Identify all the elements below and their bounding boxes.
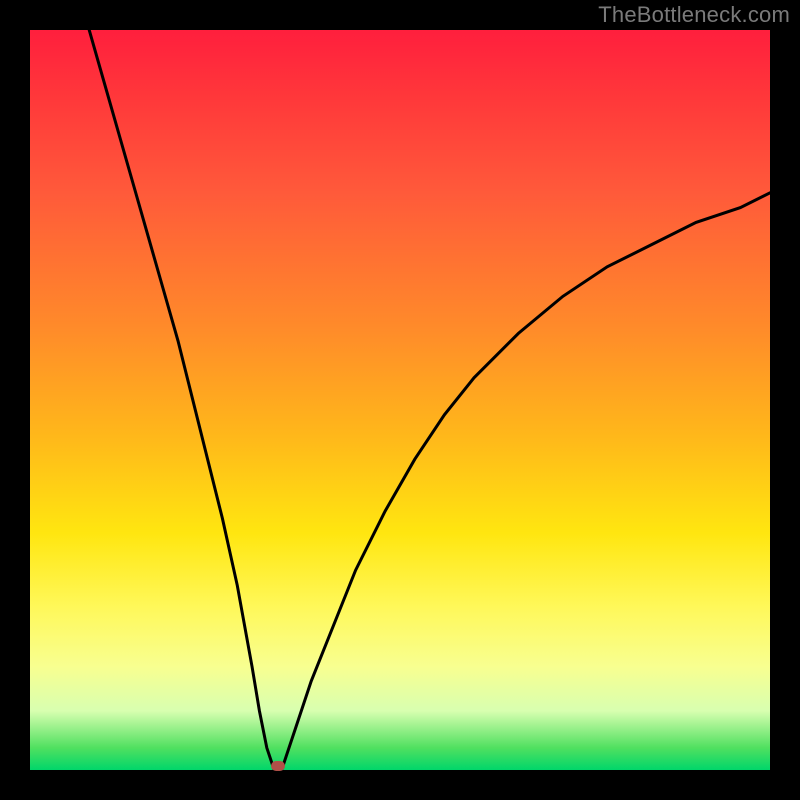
curve-left-branch — [89, 30, 274, 770]
chart-frame: TheBottleneck.com — [0, 0, 800, 800]
bottleneck-curve — [30, 30, 770, 770]
bottleneck-marker — [271, 761, 285, 771]
attribution-text: TheBottleneck.com — [598, 2, 790, 28]
curve-right-branch — [282, 193, 770, 770]
plot-area — [30, 30, 770, 770]
